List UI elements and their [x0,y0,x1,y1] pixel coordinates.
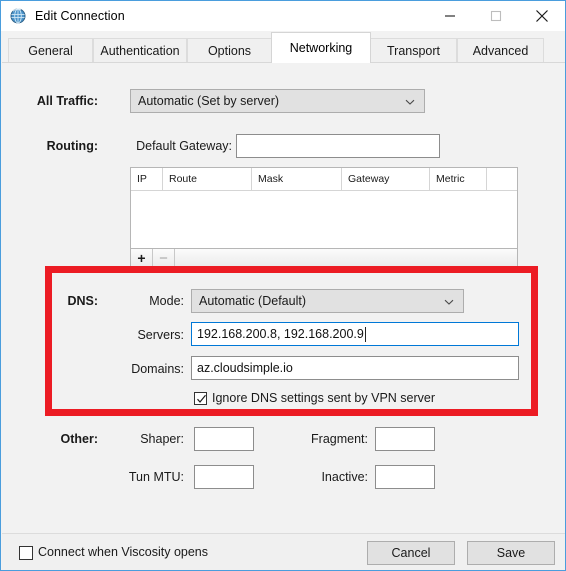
text-caret [364,326,366,342]
inactive-label: Inactive: [321,470,368,484]
tab-transport[interactable]: Transport [370,38,457,63]
fragment-label: Fragment: [311,432,368,446]
minimize-button[interactable] [427,1,473,31]
window-title: Edit Connection [35,9,125,23]
routing-label: Routing: [46,139,98,153]
routes-col-mask[interactable]: Mask [252,168,342,190]
routes-col-ip[interactable]: IP [131,168,163,190]
default-gateway-input[interactable] [236,134,440,158]
tab-authentication[interactable]: Authentication [93,38,187,63]
routes-col-gateway[interactable]: Gateway [342,168,430,190]
tun-mtu-label: Tun MTU: [128,470,184,484]
shaper-label: Shaper: [140,432,184,446]
ignore-dns-checkbox[interactable] [194,392,207,405]
dns-servers-label: Servers: [137,328,184,342]
add-route-button[interactable]: + [131,249,153,267]
connect-on-open-label[interactable]: Connect when Viscosity opens [38,545,208,559]
all-traffic-value: Automatic (Set by server) [138,94,280,108]
cancel-button[interactable]: Cancel [367,541,455,565]
dns-domains-label: Domains: [131,362,184,376]
title-bar: Edit Connection [1,1,565,31]
tab-general[interactable]: General [8,38,93,63]
routes-col-route[interactable]: Route [163,168,252,190]
dialog-footer: Connect when Viscosity opens Cancel Save [2,533,565,570]
routes-table-header: IP Route Mask Gateway Metric [131,168,517,191]
networking-panel: All Traffic: Automatic (Set by server) R… [2,63,565,533]
tab-networking[interactable]: Networking [271,32,371,63]
globe-icon [10,8,26,24]
all-traffic-select[interactable]: Automatic (Set by server) [130,89,425,113]
remove-route-button[interactable]: − [153,249,175,267]
checkmark-icon [197,394,206,403]
routes-toolbar: + − [130,249,518,268]
dns-mode-label: Mode: [149,294,184,308]
chevron-down-icon [444,296,454,306]
other-label: Other: [60,432,99,446]
edit-connection-window: Edit Connection General Authentication O… [0,0,566,571]
minimize-icon [445,15,455,17]
default-gateway-label: Default Gateway: [136,139,232,153]
maximize-icon [490,10,502,22]
maximize-button[interactable] [473,1,519,31]
chevron-down-icon [405,96,415,106]
dns-domains-value: az.cloudsimple.io [197,361,293,375]
tab-options[interactable]: Options [187,38,272,63]
tab-strip: General Authentication Options Networkin… [2,31,565,63]
inactive-input[interactable] [375,465,435,489]
dns-servers-input[interactable]: 192.168.200.8, 192.168.200.9 [191,322,519,346]
dns-mode-select[interactable]: Automatic (Default) [191,289,464,313]
tab-advanced[interactable]: Advanced [457,38,544,63]
routes-col-metric[interactable]: Metric [430,168,487,190]
fragment-input[interactable] [375,427,435,451]
ignore-dns-label[interactable]: Ignore DNS settings sent by VPN server [212,391,435,405]
dns-domains-input[interactable]: az.cloudsimple.io [191,356,519,380]
routes-table[interactable]: IP Route Mask Gateway Metric [130,167,518,249]
close-button[interactable] [519,1,565,31]
routes-col-spacer [487,168,517,190]
all-traffic-label: All Traffic: [36,94,98,108]
dns-servers-value: 192.168.200.8, 192.168.200.9 [197,327,364,341]
dns-mode-value: Automatic (Default) [199,294,306,308]
dns-label: DNS: [67,294,98,308]
close-icon [536,10,548,22]
save-button[interactable]: Save [467,541,555,565]
connect-on-open-checkbox[interactable] [19,546,33,560]
